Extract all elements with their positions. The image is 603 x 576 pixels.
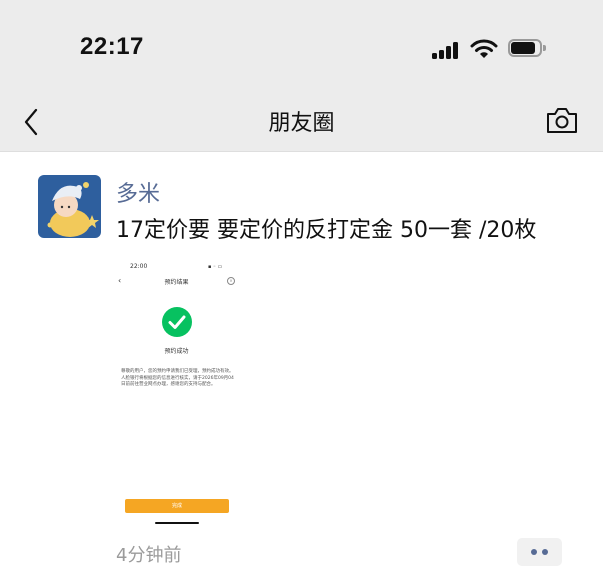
attachment-description: 尊敬的用户，您的预约申请我们已受理，预约成功有效。人脸银行将根据您的信息进行核实…: [121, 369, 234, 387]
status-bar: 22:17: [0, 0, 603, 95]
avatar[interactable]: [38, 175, 101, 238]
attachment-status-time: 22:00: [130, 263, 148, 270]
post-author-name[interactable]: 多米: [116, 176, 160, 208]
attachment-done-button: 完成: [125, 499, 229, 513]
status-time: 22:17: [80, 33, 144, 60]
attachment-title: 预约结果: [164, 279, 189, 286]
wifi-icon: [470, 39, 498, 58]
post-text: 17定价要 要定价的反打定金 50一套 /20枚: [116, 218, 537, 243]
post-timestamp: 4分钟前: [116, 545, 182, 566]
more-actions-button[interactable]: [517, 538, 562, 566]
navigation-bar: 朋友圈: [0, 95, 603, 152]
success-check-icon: [162, 307, 192, 337]
battery-icon: [508, 38, 548, 60]
attachment-close-icon: ×: [227, 277, 235, 285]
attachment-result-text: 预约成功: [164, 348, 189, 355]
attachment-status-icons: ▪ ◦ ▭: [208, 264, 223, 270]
cellular-signal-icon: [432, 41, 462, 59]
attachment-home-indicator: [155, 522, 199, 524]
post-image[interactable]: 22:00 ▪ ◦ ▭ ‹ 预约结果 × 预约成功 尊敬的用户，您的预约申请我们…: [110, 255, 243, 527]
camera-icon[interactable]: [545, 104, 579, 136]
page-title: 朋友圈: [268, 111, 335, 136]
